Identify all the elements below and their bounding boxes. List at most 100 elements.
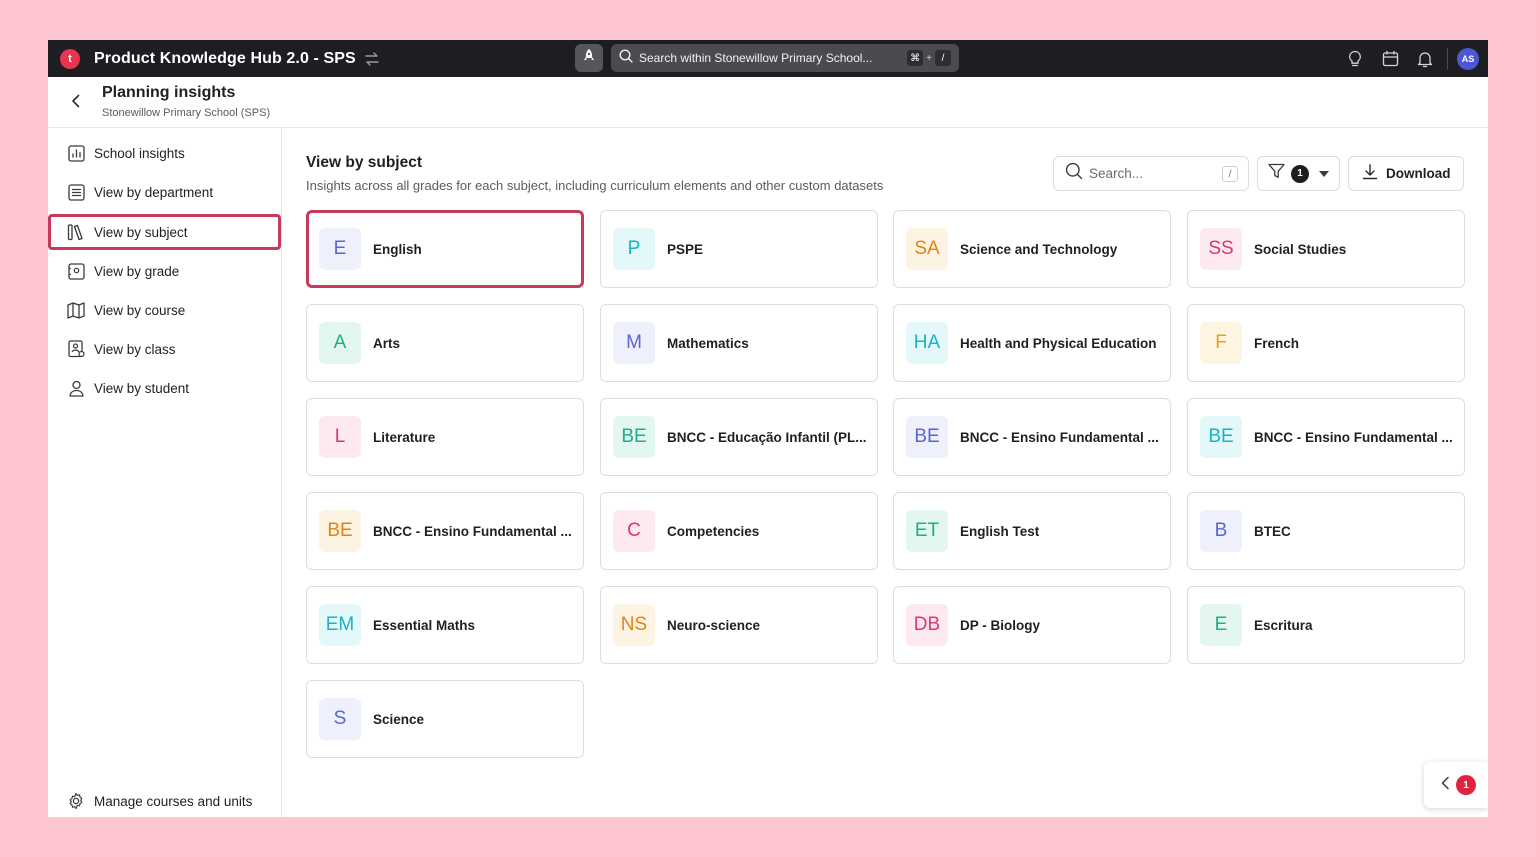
- subject-card[interactable]: P PSPE: [600, 210, 878, 288]
- page-subtitle: Stonewillow Primary School (SPS): [102, 107, 271, 119]
- subject-name: French: [1254, 335, 1300, 351]
- app-logo[interactable]: t: [60, 48, 80, 69]
- subject-card[interactable]: F French: [1187, 304, 1465, 382]
- subject-card[interactable]: ET English Test: [893, 492, 1171, 570]
- sidebar-item-label: View by student: [94, 380, 190, 396]
- sidebar-item-course[interactable]: View by course: [48, 292, 282, 328]
- subject-card[interactable]: BE BNCC - Ensino Fundamental ...: [893, 398, 1171, 476]
- global-search-input[interactable]: Search within Stonewillow Primary School…: [611, 44, 959, 72]
- sidebar-item-school-insights[interactable]: School insights: [48, 135, 282, 171]
- back-button[interactable]: [68, 93, 84, 109]
- filter-count-badge: 1: [1291, 164, 1309, 183]
- subject-card[interactable]: C Competencies: [600, 492, 878, 570]
- search-icon: [1065, 162, 1083, 185]
- gear-icon: [67, 792, 85, 810]
- collapsed-panel-button[interactable]: 1: [1424, 762, 1488, 808]
- subject-badge: ET: [906, 510, 948, 552]
- subject-badge: F: [1200, 322, 1242, 364]
- filter-icon: [1268, 163, 1285, 184]
- subject-name: Health and Physical Education: [960, 335, 1157, 351]
- books-icon: [67, 223, 85, 241]
- subject-name: PSPE: [667, 241, 704, 257]
- subject-badge: HA: [906, 322, 948, 364]
- sidebar-item-manage-courses[interactable]: Manage courses and units: [48, 783, 282, 817]
- lightbulb-icon[interactable]: [1345, 49, 1365, 69]
- app-title: Product Knowledge Hub 2.0 - SPS: [94, 49, 356, 67]
- sidebar-item-grade[interactable]: View by grade: [48, 253, 282, 289]
- subject-card[interactable]: HA Health and Physical Education: [893, 304, 1171, 382]
- sidebar-item-label: View by grade: [94, 263, 180, 279]
- subject-card[interactable]: NS Neuro-science: [600, 586, 878, 664]
- subject-card[interactable]: A Arts: [306, 304, 584, 382]
- subject-card[interactable]: SA Science and Technology: [893, 210, 1171, 288]
- search-icon: [619, 48, 633, 68]
- rocket-button[interactable]: [575, 44, 603, 72]
- search-shortcut: ⌘ + /: [907, 50, 951, 66]
- subject-card[interactable]: S Science: [306, 680, 584, 758]
- subject-name: Competencies: [667, 523, 760, 539]
- subject-badge: S: [319, 698, 361, 740]
- subject-name: Science and Technology: [960, 241, 1118, 257]
- subject-card[interactable]: BE BNCC - Ensino Fundamental ...: [1187, 398, 1465, 476]
- sidebar-item-label: View by subject: [94, 224, 188, 240]
- subject-badge: SS: [1200, 228, 1242, 270]
- chevron-left-icon: [1440, 776, 1450, 795]
- subject-badge: EM: [319, 604, 361, 646]
- subject-search-input[interactable]: [1089, 166, 1209, 181]
- filter-button[interactable]: 1: [1257, 156, 1340, 191]
- shortcut-slash-key: /: [935, 50, 951, 66]
- sidebar-item-label: Manage courses and units: [94, 793, 253, 809]
- sidebar-item-student[interactable]: View by student: [48, 370, 282, 406]
- subject-card[interactable]: EM Essential Maths: [306, 586, 584, 664]
- user-avatar[interactable]: AS: [1457, 47, 1479, 70]
- subject-name: Escritura: [1254, 617, 1313, 633]
- subject-name: BNCC - Ensino Fundamental ...: [1254, 429, 1453, 445]
- sidebar-item-label: School insights: [94, 145, 185, 161]
- calendar-icon[interactable]: [1380, 49, 1400, 69]
- subject-name: English Test: [960, 523, 1040, 539]
- swap-icon[interactable]: [364, 51, 380, 67]
- subject-search[interactable]: /: [1053, 156, 1249, 191]
- sidebar-item-class[interactable]: View by class: [48, 331, 282, 367]
- main-content: View by subject Insights across all grad…: [282, 128, 1488, 817]
- subject-name: Mathematics: [667, 335, 749, 351]
- sidebar-item-subject[interactable]: View by subject: [48, 214, 281, 250]
- subject-card[interactable]: BE BNCC - Ensino Fundamental ...: [306, 492, 584, 570]
- search-shortcut-key: /: [1222, 166, 1238, 182]
- app-logo-letter: t: [68, 52, 72, 65]
- subject-card[interactable]: DB DP - Biology: [893, 586, 1171, 664]
- top-bar-divider: [1447, 47, 1448, 70]
- subject-badge: BE: [319, 510, 361, 552]
- app-window: t Product Knowledge Hub 2.0 - SPS Search…: [48, 40, 1488, 817]
- chart-icon: [67, 144, 85, 162]
- subject-badge: C: [613, 510, 655, 552]
- subject-badge: DB: [906, 604, 948, 646]
- subject-card[interactable]: B BTEC: [1187, 492, 1465, 570]
- section-title: View by subject: [306, 154, 423, 171]
- download-button[interactable]: Download: [1348, 156, 1464, 191]
- download-label: Download: [1386, 166, 1451, 181]
- subject-card[interactable]: SS Social Studies: [1187, 210, 1465, 288]
- subject-name: Neuro-science: [667, 617, 761, 633]
- map-icon: [67, 301, 85, 319]
- grade-icon: [67, 262, 85, 280]
- sidebar-item-department[interactable]: View by department: [48, 174, 282, 210]
- subject-card[interactable]: E English: [306, 210, 584, 288]
- subject-card[interactable]: M Mathematics: [600, 304, 878, 382]
- sidebar-item-label: View by department: [94, 184, 214, 200]
- page-header: Planning insights Stonewillow Primary Sc…: [48, 77, 1488, 128]
- subject-badge: BE: [906, 416, 948, 458]
- subject-name: BNCC - Ensino Fundamental ...: [373, 523, 572, 539]
- subject-name: DP - Biology: [960, 617, 1041, 633]
- subject-badge: L: [319, 416, 361, 458]
- subject-name: Social Studies: [1254, 241, 1347, 257]
- subject-card[interactable]: BE BNCC - Educação Infantil (PL...: [600, 398, 878, 476]
- subject-card[interactable]: L Literature: [306, 398, 584, 476]
- subject-name: BTEC: [1254, 523, 1291, 539]
- subject-name: Essential Maths: [373, 617, 476, 633]
- download-icon: [1362, 164, 1378, 183]
- bell-icon[interactable]: [1415, 49, 1435, 69]
- subject-card[interactable]: E Escritura: [1187, 586, 1465, 664]
- subject-badge: B: [1200, 510, 1242, 552]
- chevron-down-icon: [1319, 170, 1329, 177]
